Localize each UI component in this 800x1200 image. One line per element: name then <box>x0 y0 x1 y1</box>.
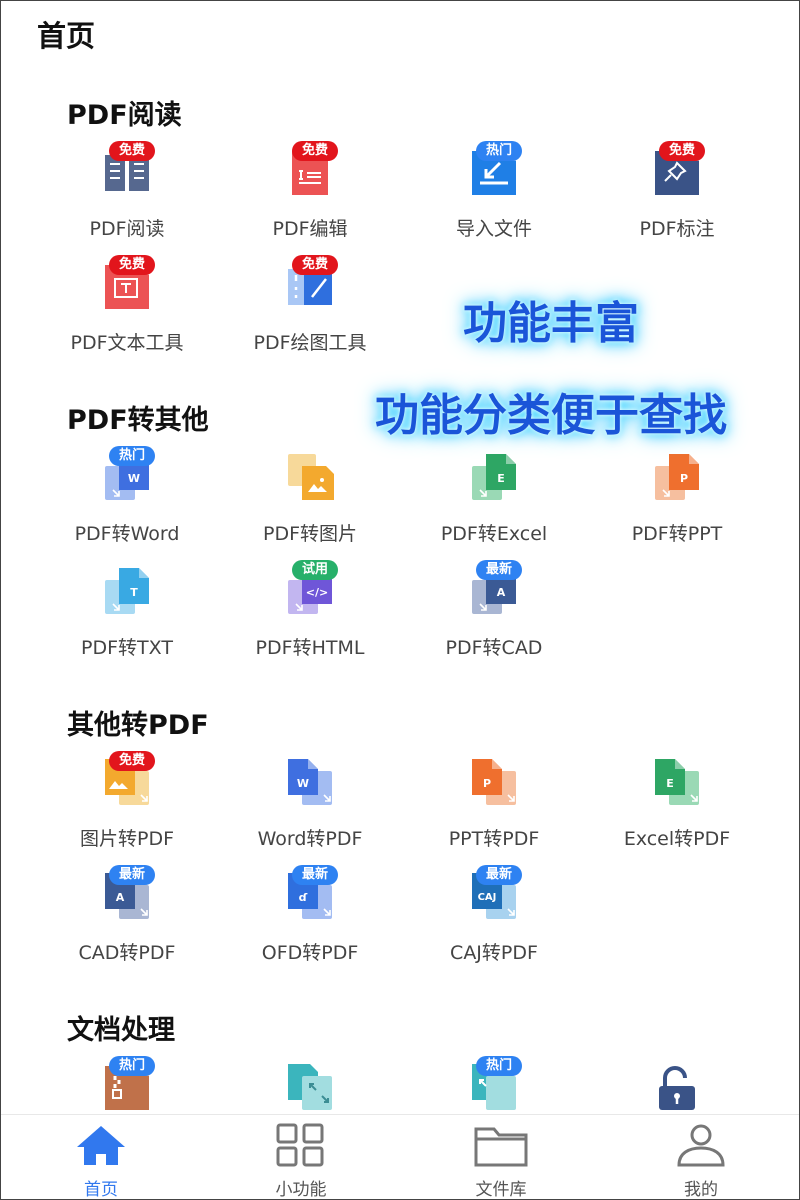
feature-label: CAD转PDF <box>78 942 176 964</box>
section-title-pdf-to-other: PDF转其他 <box>67 405 209 436</box>
nav-item-user[interactable]: 我的 <box>601 1115 799 1200</box>
nav-label: 小功能 <box>275 1180 327 1200</box>
badge: 免费 <box>659 141 706 161</box>
feature-tile[interactable]: 免费 PDF阅读 <box>35 141 219 259</box>
page-title: 首页 <box>37 19 96 53</box>
unlock-pdf-icon <box>651 1062 703 1112</box>
pdf-to-txt-icon: T <box>101 566 153 616</box>
badge: 试用 <box>292 560 339 580</box>
feature-label: Excel转PDF <box>623 828 731 850</box>
feature-label: PDF转CAD <box>445 637 543 659</box>
nav-label: 文件库 <box>475 1180 527 1200</box>
badge: 免费 <box>109 141 156 161</box>
badge: 热门 <box>109 1056 156 1076</box>
feature-tile[interactable]: 免费 PDF文本工具 <box>35 255 219 373</box>
section-title-other-to-pdf: 其他转PDF <box>67 710 209 741</box>
svg-text:CAJ: CAJ <box>478 892 497 903</box>
svg-text:ɗ: ɗ <box>299 891 308 904</box>
user-icon <box>673 1123 729 1167</box>
folder-icon <box>473 1123 529 1167</box>
pdf-to-image-icon <box>284 452 336 502</box>
excel-to-pdf-icon: E <box>651 757 703 807</box>
badge: 免费 <box>109 751 156 771</box>
badge: 最新 <box>109 865 156 885</box>
svg-text:P: P <box>680 472 688 485</box>
feature-label: PPT转PDF <box>448 828 540 850</box>
feature-label: PDF转Word <box>74 523 180 545</box>
home-icon <box>73 1123 129 1167</box>
nav-item-folder[interactable]: 文件库 <box>401 1115 601 1200</box>
ppt-to-pdf-icon: P <box>468 757 520 807</box>
feature-label: PDF编辑 <box>272 218 348 240</box>
feature-tile[interactable]: PDF转图片 <box>218 450 402 564</box>
feature-label: PDF阅读 <box>89 218 165 240</box>
feature-tile[interactable]: A 最新 PDF转CAD <box>402 560 586 678</box>
feature-tile[interactable]: T PDF转TXT <box>35 564 219 678</box>
feature-label: PDF转TXT <box>81 637 173 659</box>
feature-tile[interactable]: W 热门 PDF转Word <box>35 446 219 564</box>
badge: 热门 <box>476 1056 523 1076</box>
feature-tile[interactable]: A 最新 CAD转PDF <box>35 865 219 983</box>
grid-icon <box>273 1123 329 1167</box>
badge: 热门 <box>109 446 156 466</box>
svg-text:W: W <box>128 472 140 485</box>
badge: 免费 <box>109 255 156 275</box>
svg-text:</>: </> <box>306 586 328 599</box>
nav-label: 我的 <box>684 1180 718 1200</box>
svg-text:A: A <box>116 891 125 904</box>
feature-tile[interactable]: P PDF转PPT <box>585 450 769 564</box>
bottom-nav: 首页 小功能 文件库 我的 <box>1 1114 799 1200</box>
nav-item-grid[interactable]: 小功能 <box>201 1115 401 1200</box>
feature-tile[interactable]: 免费 PDF标注 <box>585 141 769 259</box>
badge: 最新 <box>292 865 339 885</box>
feature-label: PDF转HTML <box>255 637 365 659</box>
home-screen: 首页 PDF阅读 PDF转其他 其他转PDF 文档处理 免费 PDF阅读 免费 PDF… <box>0 0 800 1200</box>
section-title-pdf-reading: PDF阅读 <box>67 100 182 131</box>
nav-item-home[interactable]: 首页 <box>1 1115 201 1200</box>
feature-label: PDF转图片 <box>262 523 358 545</box>
feature-label: Word转PDF <box>257 828 363 850</box>
promo-subheadline: 功能分类便于查找 <box>375 390 727 441</box>
feature-tile[interactable]: E PDF转Excel <box>402 450 586 564</box>
badge: 热门 <box>476 141 523 161</box>
feature-label: PDF文本工具 <box>70 332 184 354</box>
svg-text:W: W <box>297 777 309 790</box>
feature-tile[interactable]: </> 试用 PDF转HTML <box>218 560 402 678</box>
svg-text:E: E <box>497 472 505 485</box>
word-to-pdf-icon: W <box>284 757 336 807</box>
feature-tile[interactable]: W Word转PDF <box>218 755 402 869</box>
feature-label: OFD转PDF <box>261 942 359 964</box>
pdf-to-ppt-icon: P <box>651 452 703 502</box>
merge-file-icon <box>284 1062 336 1112</box>
feature-tile[interactable]: 热门导入文件 <box>402 141 586 259</box>
feature-label: 图片转PDF <box>79 828 175 850</box>
feature-label: PDF转PPT <box>631 523 723 545</box>
feature-tile[interactable]: 免费 PDF编辑 <box>218 141 402 259</box>
svg-text:A: A <box>497 586 506 599</box>
pdf-to-excel-icon: E <box>468 452 520 502</box>
nav-label: 首页 <box>84 1180 118 1200</box>
feature-tile[interactable]: CAJ 最新 CAJ转PDF <box>402 865 586 983</box>
feature-label: PDF转Excel <box>440 523 548 545</box>
feature-tile[interactable]: P PPT转PDF <box>402 755 586 869</box>
feature-tile[interactable]: E Excel转PDF <box>585 755 769 869</box>
feature-label: PDF标注 <box>639 218 715 240</box>
svg-text:P: P <box>483 777 491 790</box>
feature-label: CAJ转PDF <box>450 942 538 964</box>
feature-tile[interactable]: ɗ 最新 OFD转PDF <box>218 865 402 983</box>
badge: 免费 <box>292 255 339 275</box>
feature-tile[interactable]: 免费图片转PDF <box>35 751 219 869</box>
svg-text:E: E <box>666 777 674 790</box>
svg-text:T: T <box>130 586 138 599</box>
section-title-document-processing: 文档处理 <box>67 1015 175 1046</box>
promo-headline: 功能丰富 <box>463 298 639 349</box>
badge: 最新 <box>476 865 523 885</box>
feature-label: 导入文件 <box>455 218 532 240</box>
badge: 最新 <box>476 560 523 580</box>
badge: 免费 <box>292 141 339 161</box>
